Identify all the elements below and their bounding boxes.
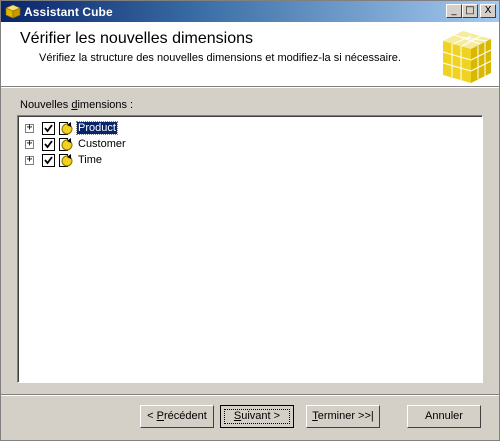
check-icon	[44, 140, 53, 149]
window-title: Assistant Cube	[24, 5, 113, 19]
customer-checkbox[interactable]	[42, 138, 55, 151]
dimensions-label: Nouvelles dimensions :	[20, 99, 134, 111]
expand-plus-icon[interactable]: +	[25, 155, 34, 165]
cube-app-icon	[5, 4, 21, 19]
dimensions-tree[interactable]: + Product + Customer + Time	[17, 115, 483, 383]
next-button[interactable]: Suivant >	[220, 405, 294, 428]
tree-area: + Product + Customer + Time	[18, 116, 482, 382]
time-checkbox[interactable]	[42, 154, 55, 167]
tree-item-label: Customer	[78, 138, 126, 150]
wizard-header: Vérifier les nouvelles dimensions Vérifi…	[1, 22, 499, 87]
page-subtitle: Vérifiez la structure des nouvelles dime…	[39, 52, 401, 64]
previous-button[interactable]: < Précédent	[140, 405, 214, 428]
product-checkbox[interactable]	[42, 122, 55, 135]
page-title: Vérifier les nouvelles dimensions	[20, 30, 253, 47]
tree-item-label: Time	[78, 154, 103, 166]
minimize-button[interactable]: _	[446, 4, 462, 18]
cancel-button[interactable]: Annuler	[407, 405, 481, 428]
close-icon: X	[484, 5, 492, 16]
dimension-icon	[59, 138, 73, 151]
finish-button[interactable]: Terminer >>|	[306, 405, 380, 428]
check-icon	[44, 156, 53, 165]
cube-wizard-window: Assistant Cube _ □ X Vérifier les nouvel…	[0, 0, 500, 441]
cube-graphic-icon	[442, 31, 492, 83]
dimension-icon	[59, 122, 73, 135]
check-icon	[44, 124, 53, 133]
header-separator	[1, 87, 499, 88]
dimension-icon	[59, 154, 73, 167]
footer-separator-highlight	[1, 395, 499, 396]
expand-plus-icon[interactable]: +	[25, 123, 34, 133]
expand-plus-icon[interactable]: +	[25, 139, 34, 149]
title-bar[interactable]: Assistant Cube _ □ X	[1, 1, 499, 22]
close-button[interactable]: X	[480, 4, 496, 18]
focus-rect	[224, 409, 290, 424]
maximize-icon: □	[465, 5, 475, 16]
minimize-icon: _	[451, 5, 457, 16]
tree-item-label: Product	[76, 121, 118, 135]
maximize-button[interactable]: □	[462, 4, 478, 18]
